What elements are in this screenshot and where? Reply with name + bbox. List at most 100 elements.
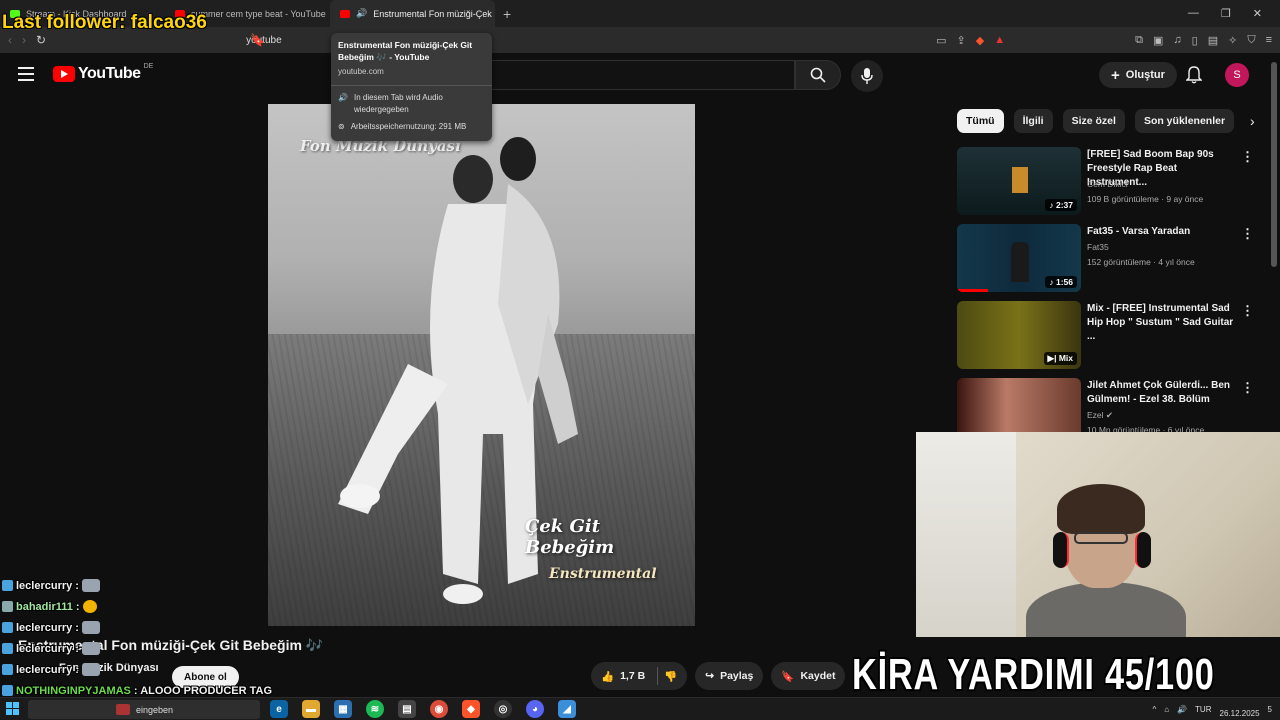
- like-count: 1,7 B: [620, 670, 646, 682]
- clock[interactable]: 26.12.2025: [1220, 699, 1260, 719]
- network-icon[interactable]: ⌂: [1164, 705, 1169, 714]
- new-tab-button[interactable]: +: [495, 6, 519, 22]
- cast-icon[interactable]: ▭: [936, 34, 946, 47]
- menu-icon[interactable]: ≡: [1266, 34, 1272, 47]
- edge-icon[interactable]: e: [270, 700, 288, 718]
- extension-icon[interactable]: ⧉: [1135, 34, 1143, 47]
- chat-user: bahadir111: [16, 600, 73, 613]
- brave-shields-icon[interactable]: ◆: [976, 34, 984, 47]
- chat-text: :: [75, 642, 79, 655]
- video-title[interactable]: Jilet Ahmet Çok Gülerdi... Ben Gülmem! -…: [1087, 379, 1237, 407]
- headset-icon: [1135, 532, 1151, 568]
- windows-start-icon[interactable]: [6, 702, 20, 716]
- headset-icon: [1053, 532, 1069, 568]
- list-item[interactable]: ♪ 2:37 [FREE] Sad Boom Bap 90s Freestyle…: [957, 147, 1257, 224]
- chip-related[interactable]: İlgili: [1013, 109, 1053, 133]
- hamburger-menu-icon[interactable]: [18, 67, 34, 81]
- spotify-icon[interactable]: ≋: [366, 700, 384, 718]
- wallet-icon[interactable]: ▤: [1208, 34, 1218, 47]
- bookmark-icon[interactable]: 🔖: [250, 33, 265, 47]
- microphone-icon: [861, 68, 873, 84]
- chip-recent[interactable]: Son yüklenenler: [1134, 109, 1235, 133]
- discord-icon[interactable]: ◕: [526, 700, 544, 718]
- forward-icon[interactable]: ›: [22, 33, 26, 47]
- stream-chat-overlay: leclercurry : bahadir111 : leclercurry :…: [2, 575, 272, 701]
- chevron-up-icon[interactable]: ^: [1152, 705, 1156, 714]
- notifications-button[interactable]: [1184, 65, 1204, 85]
- chrome-icon[interactable]: ◉: [430, 700, 448, 718]
- thumbnail-art: [1011, 242, 1029, 282]
- sidebar-icon[interactable]: ▯: [1192, 34, 1198, 47]
- obs-icon[interactable]: ◎: [494, 700, 512, 718]
- more-options-icon[interactable]: ⋮: [1241, 149, 1254, 165]
- channel-name[interactable]: Fat35: [1087, 242, 1109, 252]
- share-icon: ↪: [705, 670, 715, 682]
- chat-message: leclercurry :: [2, 617, 272, 638]
- share-icon[interactable]: ⇪: [957, 34, 966, 47]
- tab-youtube-active[interactable]: 🔊 Enstrumental Fon müziği-Çek ✕: [330, 0, 495, 27]
- sunglasses-emote-icon: [82, 600, 97, 613]
- app-icon[interactable]: ◢: [558, 700, 576, 718]
- restore-icon[interactable]: ❐: [1221, 7, 1231, 20]
- badge-icon: [2, 601, 13, 612]
- youtube-logo[interactable]: YouTube DE: [53, 63, 153, 83]
- taskbar-search[interactable]: eingeben: [28, 700, 260, 719]
- list-item[interactable]: ♪ 1:56 Fat35 - Varsa Yaradan Fat35 152 g…: [957, 224, 1257, 301]
- back-icon[interactable]: ‹: [8, 33, 12, 47]
- calculator-icon[interactable]: ▤: [398, 700, 416, 718]
- date: 26.12.2025: [1219, 709, 1260, 718]
- minimize-icon[interactable]: —: [1188, 7, 1199, 20]
- save-button[interactable]: 🔖 Kaydet: [771, 662, 846, 690]
- speaker-icon[interactable]: 🔊: [356, 8, 367, 19]
- store-icon[interactable]: ▦: [334, 700, 352, 718]
- chip-for-you[interactable]: Size özel: [1062, 109, 1125, 133]
- list-item[interactable]: ▶| Mix Mix - [FREE] Instrumental Sad Hip…: [957, 301, 1257, 378]
- more-options-icon[interactable]: ⋮: [1241, 380, 1254, 396]
- badge-icon: [2, 664, 13, 675]
- video-title[interactable]: Mix - [FREE] Instrumental Sad Hip Hop " …: [1087, 302, 1237, 344]
- video-thumbnail[interactable]: ▶| Mix: [957, 301, 1081, 369]
- video-actions: 👍 1,7 B 👎 ↪ Paylaş 🔖 Kaydet: [591, 662, 846, 690]
- screenshot-icon[interactable]: ▣: [1153, 34, 1163, 47]
- verified-icon: ✔: [1105, 410, 1114, 420]
- glasses: [1074, 532, 1128, 544]
- like-button[interactable]: 👍 1,7 B 👎: [591, 662, 688, 690]
- rewards-icon[interactable]: ▲: [994, 34, 1005, 47]
- system-tray: ^ ⌂ 🔊 TUR 26.12.2025 5: [1152, 699, 1272, 719]
- create-button[interactable]: + Oluştur: [1099, 62, 1177, 88]
- tab-label: summer cem type beat - YouTube: [191, 8, 326, 19]
- voice-search-button[interactable]: [851, 60, 883, 92]
- hover-card-audio: 🔊 In diesem Tab wird Audio wiedergegeben: [338, 92, 485, 116]
- close-window-icon[interactable]: ✕: [1253, 7, 1262, 20]
- volume-icon[interactable]: 🔊: [1177, 705, 1187, 714]
- search-button[interactable]: [795, 60, 841, 90]
- thumbs-down-icon[interactable]: 👎: [664, 670, 677, 683]
- leo-icon[interactable]: ✧: [1228, 34, 1237, 47]
- video-thumbnail[interactable]: ♪ 1:56: [957, 224, 1081, 292]
- video-title[interactable]: Fat35 - Varsa Yaradan: [1087, 225, 1237, 239]
- brave-icon[interactable]: ◆: [462, 700, 480, 718]
- avatar[interactable]: S: [1225, 63, 1249, 87]
- channel-name[interactable]: Ezel ✔: [1087, 410, 1113, 421]
- vpn-icon[interactable]: ⛉: [1247, 34, 1255, 47]
- reload-icon[interactable]: ↻: [36, 33, 46, 47]
- duration-badge: ▶| Mix: [1043, 352, 1077, 365]
- keyboard-language[interactable]: TUR: [1195, 705, 1211, 714]
- notification-count[interactable]: 5: [1268, 705, 1272, 714]
- audio-note: In diesem Tab wird Audio wiedergegeben: [353, 93, 443, 114]
- bell-icon: [1186, 66, 1202, 84]
- video-player[interactable]: Fon Müzik Dünyası Çek Git Bebeğim Enstru…: [268, 104, 695, 626]
- file-explorer-icon[interactable]: ▬: [302, 700, 320, 718]
- chevron-right-icon[interactable]: ›: [1250, 113, 1255, 129]
- thumbnail-art: [1012, 167, 1028, 193]
- channel-name[interactable]: Cem Dikici: [1087, 179, 1128, 189]
- more-options-icon[interactable]: ⋮: [1241, 303, 1254, 319]
- share-button[interactable]: ↪ Paylaş: [695, 662, 764, 690]
- extensions-area: ▭ ⇪ ◆ ▲ ⧉ ▣ ♫ ▯ ▤ ✧ ⛉ ≡: [936, 34, 1272, 47]
- chip-all[interactable]: Tümü: [957, 109, 1004, 133]
- page-scrollbar[interactable]: [1271, 62, 1277, 267]
- music-icon[interactable]: ♫: [1173, 34, 1181, 47]
- more-options-icon[interactable]: ⋮: [1241, 226, 1254, 242]
- video-thumbnail[interactable]: ♪ 2:37: [957, 147, 1081, 215]
- chat-text: :: [75, 621, 79, 634]
